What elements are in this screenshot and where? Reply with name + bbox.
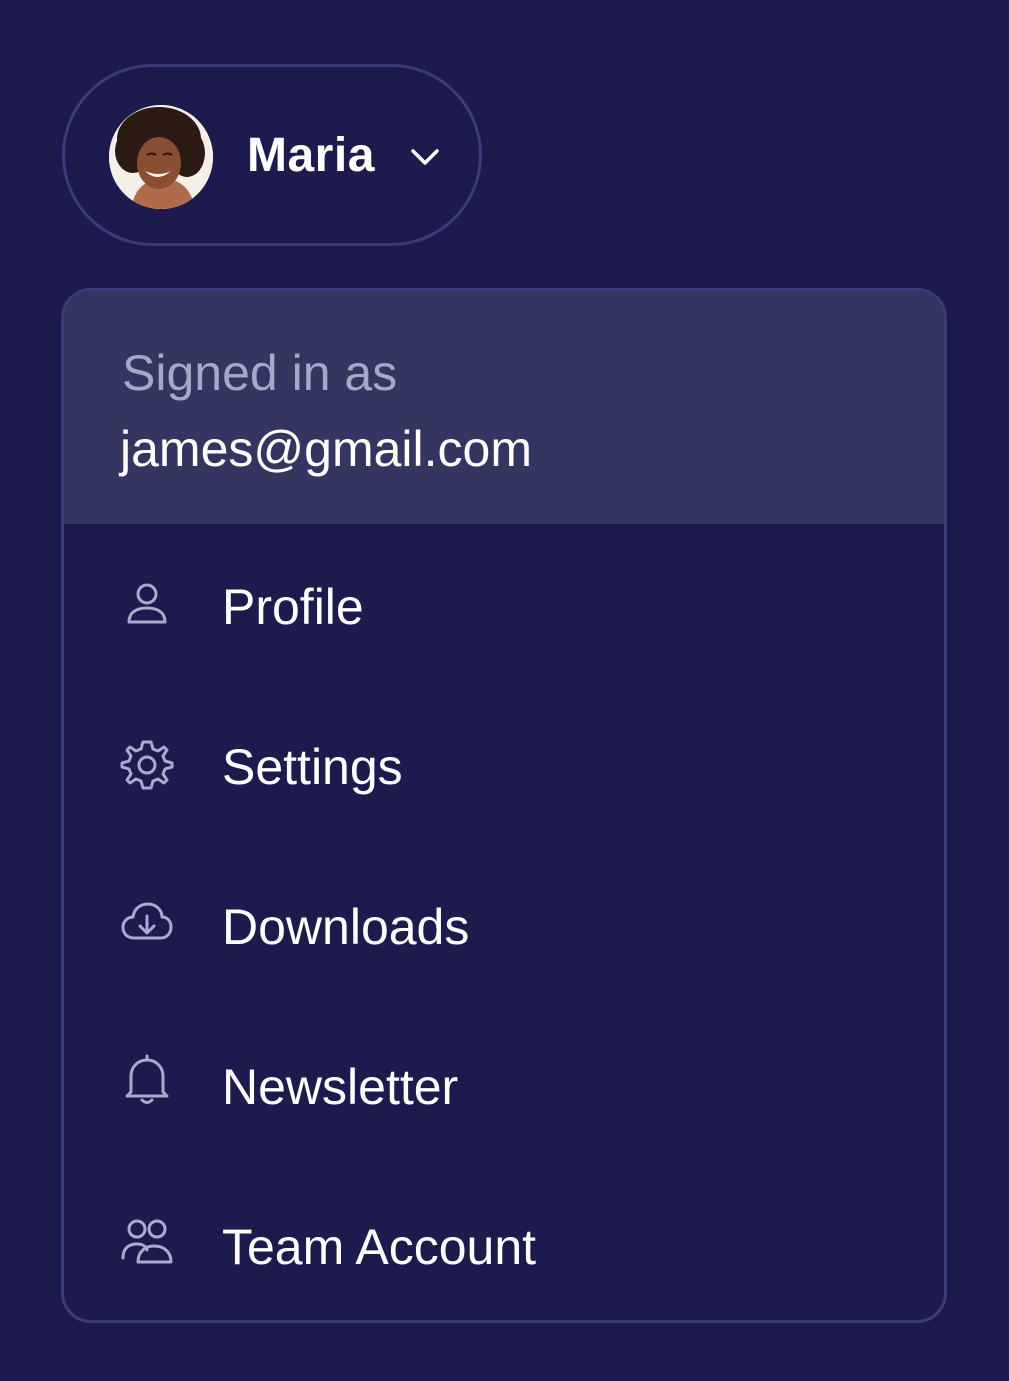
menu-item-team-account[interactable]: Team Account [64,1164,944,1320]
avatar [109,105,213,209]
signed-in-header: Signed in as james@gmail.com [64,291,944,524]
menu-item-label: Profile [222,579,364,635]
chevron-down-icon [408,143,442,171]
menu-item-downloads[interactable]: Downloads [64,844,944,1004]
menu-item-newsletter[interactable]: Newsletter [64,1004,944,1164]
menu-item-label: Team Account [222,1219,537,1275]
signed-in-email: james@gmail.com [120,421,532,477]
user-menu-button[interactable]: Maria [62,64,482,246]
cloud-download-icon [120,896,174,950]
menu-item-label: Settings [222,739,403,795]
user-name: Maria [247,129,375,182]
signed-in-label: Signed in as [122,345,398,401]
bell-icon [120,1052,174,1106]
users-icon [120,1216,174,1270]
menu-item-label: Newsletter [222,1059,459,1115]
user-dropdown-menu: Signed in as james@gmail.com Profile Set… [61,288,947,1323]
gear-icon [120,738,174,792]
menu-item-settings[interactable]: Settings [64,684,944,844]
menu-item-profile[interactable]: Profile [64,524,944,684]
user-icon [120,577,174,631]
menu-item-label: Downloads [222,899,470,955]
